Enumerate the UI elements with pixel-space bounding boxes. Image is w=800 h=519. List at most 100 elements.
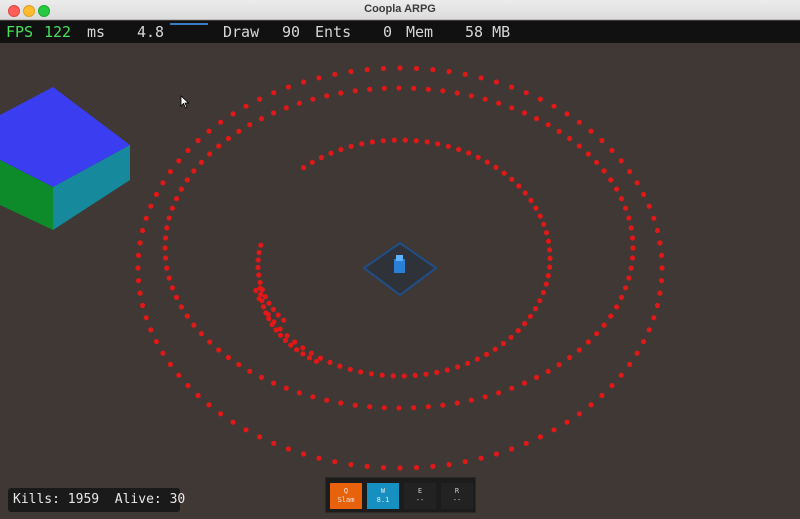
enemy-unit (496, 390, 502, 396)
enemy-unit (269, 321, 275, 328)
enemy-unit (412, 372, 418, 378)
enemy-unit (537, 298, 543, 304)
enemy-unit (288, 342, 294, 348)
enemy-unit (316, 455, 322, 461)
enemy-unit (413, 138, 419, 144)
enemy-unit (257, 279, 263, 285)
enemy-unit (140, 227, 146, 234)
enemy-unit (424, 139, 430, 145)
enemy-unit (630, 245, 636, 251)
kill-stats-panel: Kills: 1959 Alive: 30 (8, 488, 185, 512)
enemy-unit (284, 333, 290, 339)
enemy-unit (556, 128, 562, 134)
ability-key: R (454, 487, 460, 495)
mem-value: 58 MB (465, 23, 511, 41)
enemy-unit (266, 316, 272, 322)
enemy-unit (367, 86, 373, 92)
enemy-unit (523, 90, 529, 96)
ability-slot-q[interactable]: Q Slam (330, 483, 362, 509)
performance-hud: FPS 122 ms 4.8 Draw 90 Ents 0 Mem 58 MB (0, 21, 800, 43)
ability-slot-r[interactable]: R -- (441, 483, 473, 509)
enemy-unit (440, 88, 446, 94)
enemy-unit (324, 93, 330, 99)
enemy-unit (167, 361, 173, 367)
enemy-unit (281, 317, 287, 323)
enemy-unit (332, 71, 338, 77)
enemy-unit (259, 287, 265, 293)
enemy-unit (324, 397, 330, 403)
enemy-unit (143, 215, 149, 221)
enemy-unit (658, 252, 665, 258)
enemy-unit (402, 137, 408, 143)
enemy-unit (654, 302, 661, 309)
enemy-unit (564, 111, 570, 117)
enemy-unit (608, 177, 614, 183)
enemy-unit (191, 322, 197, 328)
enemy-unit (634, 180, 640, 186)
alive-value: 30 (169, 492, 186, 507)
enemy-unit (178, 186, 184, 192)
enemy-unit (348, 143, 354, 149)
enemy-unit (310, 394, 316, 400)
fps-value: 122 (44, 23, 72, 41)
enemy-unit (509, 105, 515, 111)
enemy-unit (316, 75, 322, 81)
enemy-unit (654, 227, 661, 234)
enemy-unit (135, 252, 142, 258)
enemy-unit (445, 143, 451, 149)
enemy-unit (309, 159, 315, 165)
enemy-unit (310, 96, 316, 102)
enemy-unit (271, 380, 277, 386)
ability-slot-w[interactable]: W 8.1 (367, 483, 399, 509)
enemy-unit (435, 141, 441, 147)
enemy-unit (169, 285, 175, 291)
enemy-unit (173, 294, 180, 300)
enemy-unit (444, 367, 450, 373)
enemy-unit (454, 90, 460, 96)
enemy-unit (601, 322, 607, 328)
enemy-unit (501, 170, 507, 176)
enemy-unit (162, 235, 169, 241)
enemy-unit (627, 169, 633, 175)
enemy-unit (153, 191, 159, 197)
ability-slot-e[interactable]: E -- (404, 483, 436, 509)
enemy-unit (532, 306, 539, 312)
enemy-unit (306, 355, 313, 361)
enemy-unit (230, 419, 236, 425)
enemy-unit (465, 360, 471, 366)
enemy-unit (153, 339, 159, 345)
enemy-unit (206, 128, 212, 134)
enemy-unit (425, 86, 431, 92)
enemy-unit (262, 294, 268, 300)
enemy-unit (474, 356, 480, 362)
enemy-unit (318, 154, 324, 161)
enemy-unit (185, 147, 191, 153)
enemy-unit (256, 249, 262, 256)
enemy-unit (576, 143, 582, 149)
enemy-unit (440, 402, 446, 408)
kills-value: 1959 (67, 492, 100, 507)
mem-label: Mem (406, 23, 434, 41)
enemy-unit (338, 146, 344, 153)
enemy-unit (396, 85, 402, 91)
game-scene[interactable] (0, 43, 800, 519)
enemy-unit (533, 116, 540, 122)
enemy-unit (547, 247, 553, 253)
enemy-unit (614, 304, 620, 310)
enemy-unit (207, 339, 213, 345)
enemy-unit (657, 290, 663, 296)
enemy-unit (646, 327, 652, 333)
enemy-unit (594, 159, 600, 165)
enemy-unit (195, 137, 201, 144)
enemy-unit (588, 128, 594, 134)
enemy-unit (540, 289, 547, 296)
enemy-unit (413, 65, 420, 71)
enemy-unit (456, 146, 462, 152)
enemy-unit (646, 203, 652, 209)
enemy-unit (176, 158, 182, 164)
ability-key: E (417, 487, 423, 495)
enemy-unit (271, 440, 277, 446)
enemy-unit (455, 364, 461, 370)
enemy-unit (313, 358, 319, 364)
enemy-unit (397, 465, 403, 471)
